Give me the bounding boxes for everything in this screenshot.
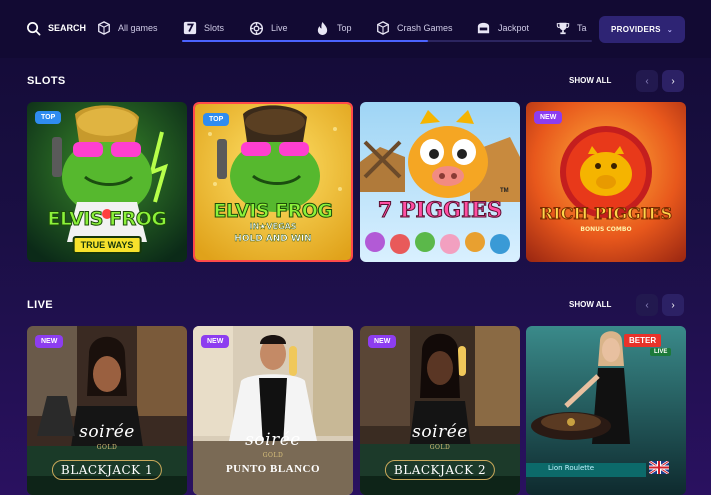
slots-prev-button[interactable]: ‹: [636, 70, 658, 92]
trophy-icon: [555, 21, 570, 36]
live-prev-button[interactable]: ‹: [636, 294, 658, 316]
game-badge: NEW: [534, 111, 563, 124]
game-subtitle: BONUS COMBO: [580, 226, 632, 233]
slots-show-all-link[interactable]: SHOW ALL: [569, 76, 611, 85]
search-label: SEARCH: [48, 23, 87, 33]
brand-logo: soirée: [79, 422, 135, 442]
chevron-right-icon: ›: [671, 75, 675, 87]
nav-item-all-games[interactable]: All games: [96, 14, 158, 42]
nav-item-jackpot[interactable]: Jackpot: [476, 14, 529, 42]
game-tile-blackjack-2[interactable]: NEW soirée GOLD BLACKJACK 2: [360, 326, 520, 495]
game-tile-7-piggies[interactable]: 7 PIGGIES TM: [360, 102, 520, 262]
section-title-live: LIVE: [27, 299, 54, 311]
flame-icon: [315, 21, 330, 36]
game-title: BLACKJACK 1: [51, 460, 163, 480]
nav-label: Ta: [577, 23, 587, 33]
section-title-slots: SLOTS: [27, 75, 66, 87]
search-button[interactable]: SEARCH: [26, 14, 86, 42]
live-show-all-link[interactable]: SHOW ALL: [569, 300, 611, 309]
brand-logo: soirée: [245, 430, 301, 450]
game-title: ELVIS FROG: [213, 200, 333, 223]
game-tile-punto-blanco[interactable]: NEW soirée GOLD PUNTO BLANCO: [193, 326, 353, 495]
nav-label: Jackpot: [498, 23, 530, 33]
live-status-badge: LIVE: [650, 348, 672, 356]
game-title: RICH PIGGIES: [539, 204, 673, 224]
game-title-line3: HOLD AND WIN: [234, 234, 312, 244]
brand-tier: GOLD: [96, 444, 118, 451]
nav-item-live[interactable]: Live: [249, 14, 288, 42]
live-icon: [249, 21, 264, 36]
game-title-line2: IN★VEGAS: [249, 222, 297, 231]
game-badge: TOP: [203, 113, 230, 126]
game-tile-elvis-frog-true-ways[interactable]: TOP ELVIS FROG TRUE WAYS: [27, 102, 187, 262]
chevron-left-icon: ‹: [645, 75, 649, 87]
game-title: PUNTO BLANCO: [225, 463, 321, 475]
game-badge: TOP: [35, 111, 62, 124]
dice-icon: [375, 21, 390, 36]
nav-label: Live: [271, 23, 288, 33]
game-tile-rich-piggies[interactable]: NEW RICH PIGGIES BONUS COMBO: [526, 102, 686, 262]
game-subtitle: TRUE WAYS: [72, 236, 142, 254]
dice-icon: [96, 21, 111, 36]
uk-flag-icon: [649, 461, 669, 474]
top-nav: SEARCH All games Slots Live Top Crash Ga…: [0, 0, 711, 58]
game-title: BLACKJACK 2: [384, 460, 496, 480]
brand-tier: GOLD: [262, 452, 284, 459]
nav-label: Slots: [204, 23, 225, 33]
game-title: Lion Roulette: [548, 464, 595, 472]
brand-logo: soirée: [412, 422, 468, 442]
game-badge: NEW: [368, 335, 397, 348]
brand-tier: GOLD: [429, 444, 451, 451]
nav-item-top[interactable]: Top: [315, 14, 352, 42]
trademark-mark: TM: [500, 188, 509, 194]
game-tile-elvis-frog-in-vegas[interactable]: TOP ELVIS FROG IN★VEGAS HOLD AND WIN: [193, 102, 353, 262]
game-tile-lion-roulette[interactable]: BETER LIVE Lion Roulette: [526, 326, 686, 495]
chevron-left-icon: ‹: [645, 299, 649, 311]
game-artwork: [526, 102, 686, 262]
game-title: 7 PIGGIES: [377, 197, 503, 223]
nav-item-slots[interactable]: Slots: [182, 14, 224, 42]
live-next-button[interactable]: ›: [662, 294, 684, 316]
nav-label: Top: [337, 23, 352, 33]
game-badge: NEW: [35, 335, 64, 348]
nav-item-crash-games[interactable]: Crash Games: [375, 14, 453, 42]
providers-label: PROVIDERS: [611, 25, 661, 34]
nav-scroll-indicator: [182, 40, 592, 42]
nav-label: Crash Games: [397, 23, 453, 33]
providers-dropdown[interactable]: PROVIDERS ⌄: [599, 16, 685, 43]
chevron-right-icon: ›: [671, 299, 675, 311]
seven-icon: [182, 21, 197, 36]
chevron-down-icon: ⌄: [666, 26, 673, 34]
game-tile-blackjack-1[interactable]: NEW soirée GOLD BLACKJACK 1: [27, 326, 187, 495]
nav-item-tournaments[interactable]: Ta: [555, 14, 587, 42]
provider-logo: BETER: [624, 334, 662, 347]
slots-next-button[interactable]: ›: [662, 70, 684, 92]
casino-lobby: SEARCH All games Slots Live Top Crash Ga…: [0, 0, 711, 495]
jackpot-icon: [476, 21, 491, 36]
nav-label: All games: [118, 23, 158, 33]
game-title: ELVIS FROG: [47, 208, 167, 231]
game-badge: NEW: [201, 335, 230, 348]
search-icon: [26, 21, 41, 36]
game-artwork: [360, 102, 520, 262]
